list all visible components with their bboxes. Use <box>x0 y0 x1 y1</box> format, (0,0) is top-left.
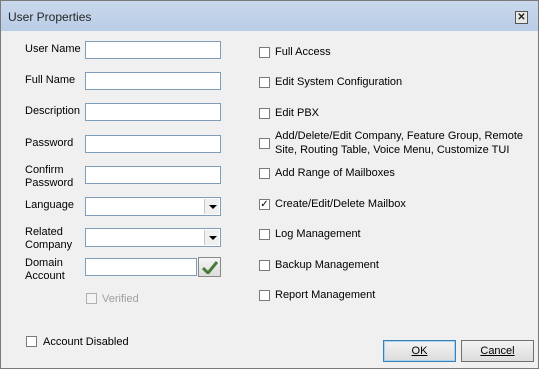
full-access-label: Full Access <box>275 46 331 58</box>
edit-system-configuration-checkbox[interactable] <box>259 77 270 88</box>
log-management-checkbox[interactable] <box>259 229 270 240</box>
close-icon: ✕ <box>517 12 526 23</box>
domain-account-label: Domain Account <box>25 257 65 282</box>
backup-management-checkbox[interactable] <box>259 260 270 271</box>
full-name-input[interactable] <box>85 72 221 90</box>
checkmark-icon: ✓ <box>260 199 269 210</box>
user-properties-dialog: User Properties ✕ User Name Full Name De… <box>0 0 539 369</box>
account-disabled-label: Account Disabled <box>43 336 129 348</box>
create-edit-delete-mailbox-label: Create/Edit/Delete Mailbox <box>275 198 406 210</box>
description-label: Description <box>25 105 81 117</box>
password-input[interactable] <box>85 135 221 153</box>
password-label: Password <box>25 137 74 149</box>
edit-pbx-checkbox[interactable] <box>259 108 270 119</box>
full-name-label: Full Name <box>25 74 76 86</box>
ok-button-label: OK <box>411 345 428 357</box>
user-name-input[interactable] <box>85 41 221 59</box>
domain-account-input[interactable] <box>85 258 197 276</box>
add-delete-edit-company-label: Add/Delete/Edit Company, Feature Group, … <box>275 130 524 156</box>
add-range-of-mailboxes-label: Add Range of Mailboxes <box>275 167 395 179</box>
language-dropdown[interactable] <box>85 197 221 216</box>
window-title: User Properties <box>8 10 92 24</box>
report-management-label: Report Management <box>275 289 376 301</box>
full-access-checkbox[interactable] <box>259 47 270 58</box>
confirm-password-input[interactable] <box>85 166 221 184</box>
language-label: Language <box>25 199 74 211</box>
user-name-label: User Name <box>25 43 81 55</box>
close-button[interactable]: ✕ <box>515 11 528 24</box>
add-range-of-mailboxes-checkbox[interactable] <box>259 168 270 179</box>
description-input[interactable] <box>85 103 221 121</box>
cancel-button[interactable]: Cancel <box>461 340 534 362</box>
verified-checkbox[interactable] <box>86 293 97 304</box>
edit-system-configuration-label: Edit System Configuration <box>275 76 403 88</box>
related-company-label: Related Company <box>25 226 73 251</box>
backup-management-label: Backup Management <box>275 259 379 271</box>
log-management-label: Log Management <box>275 228 361 240</box>
chevron-down-icon[interactable] <box>204 230 219 245</box>
account-disabled-checkbox[interactable] <box>26 336 37 347</box>
verify-domain-account-button[interactable] <box>198 257 221 277</box>
ok-button[interactable]: OK <box>383 340 456 362</box>
dialog-body: User Name Full Name Description Password… <box>7 31 534 362</box>
add-delete-edit-company-checkbox[interactable] <box>259 138 270 149</box>
confirm-password-label: Confirm Password <box>25 164 74 189</box>
edit-pbx-label: Edit PBX <box>275 107 320 119</box>
related-company-dropdown[interactable] <box>85 228 221 247</box>
title-bar: User Properties ✕ <box>1 1 538 31</box>
checkmark-icon <box>202 261 218 274</box>
verified-label: Verified <box>102 293 139 305</box>
cancel-button-label: Cancel <box>480 345 515 357</box>
create-edit-delete-mailbox-checkbox[interactable]: ✓ <box>259 199 270 210</box>
report-management-checkbox[interactable] <box>259 290 270 301</box>
chevron-down-icon[interactable] <box>204 199 219 214</box>
